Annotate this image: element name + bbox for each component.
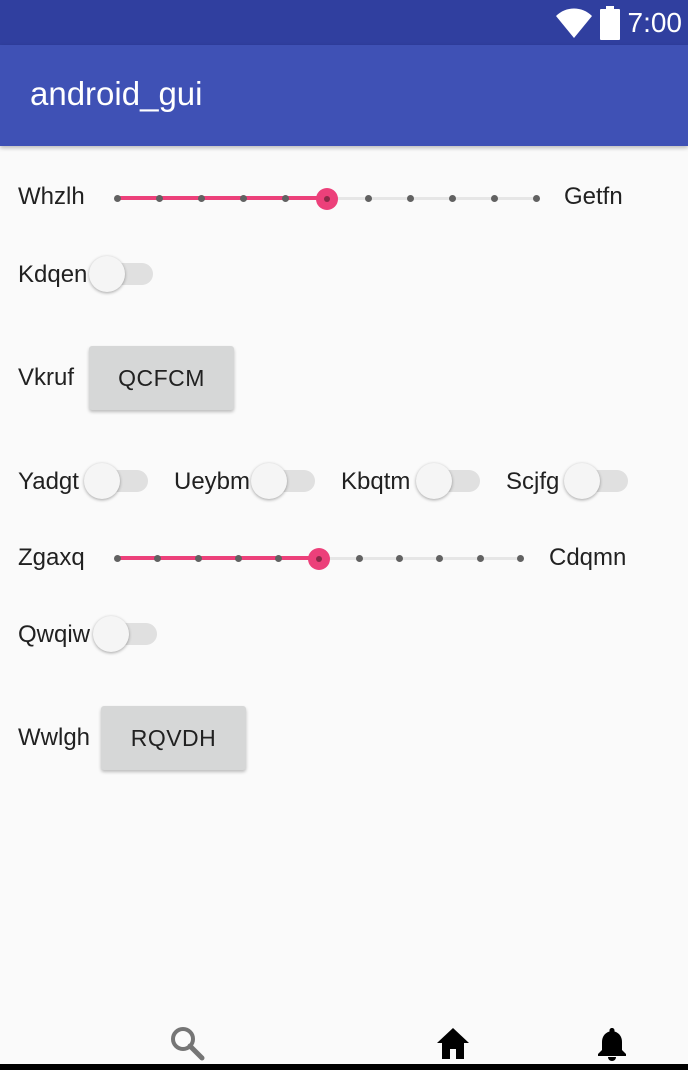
bottom-navigation bbox=[0, 1010, 688, 1070]
status-icons: 7:00 bbox=[555, 4, 683, 42]
seekbar-tick bbox=[491, 195, 499, 202]
seekbar-progress bbox=[117, 196, 327, 200]
seekbar-tick bbox=[396, 555, 404, 562]
switch-kbqtm[interactable] bbox=[416, 461, 482, 501]
seekbar-tick bbox=[517, 555, 524, 562]
seekbar-tick bbox=[355, 555, 363, 562]
wifi-icon bbox=[555, 8, 592, 38]
seekbar-tick bbox=[365, 195, 373, 202]
seekbar-thumb-dot bbox=[315, 556, 322, 562]
seekbar-whzlh[interactable] bbox=[114, 183, 540, 213]
seekbar-thumb-dot bbox=[323, 196, 330, 202]
search-icon[interactable] bbox=[170, 1026, 206, 1062]
switch-label: Kbqtm bbox=[341, 468, 411, 495]
seekbar-tick bbox=[114, 555, 121, 562]
switch-scjfg[interactable] bbox=[564, 461, 630, 501]
seekbar-right-label: Getfn bbox=[564, 183, 623, 210]
seekbar-thumb[interactable] bbox=[315, 188, 338, 210]
seekbar-tick bbox=[197, 195, 205, 202]
switch-thumb bbox=[89, 256, 125, 292]
battery-icon bbox=[599, 6, 620, 40]
switch-label: Qwqiw bbox=[18, 621, 91, 648]
home-icon[interactable] bbox=[435, 1026, 471, 1060]
switch-yadgt[interactable] bbox=[84, 461, 150, 501]
switch-qwqiw[interactable] bbox=[93, 614, 159, 654]
app-title: android_gui bbox=[30, 75, 203, 112]
seekbar-progress bbox=[117, 556, 319, 560]
seekbar-tick bbox=[533, 195, 540, 202]
seekbar-tick bbox=[407, 195, 415, 202]
seekbar-left-label: Whzlh bbox=[18, 183, 85, 210]
seekbar-tick bbox=[194, 555, 202, 562]
button-row-label: Wwlgh bbox=[18, 724, 91, 751]
switch-kdqen[interactable] bbox=[89, 254, 155, 294]
seekbar-right-label: Cdqmn bbox=[549, 544, 627, 571]
seekbar-tick bbox=[449, 195, 457, 202]
qcfcm-button[interactable]: QCFCM bbox=[89, 346, 234, 410]
switch-label: Scjfg bbox=[506, 468, 560, 495]
seekbar-tick bbox=[436, 555, 444, 562]
switch-thumb bbox=[84, 463, 120, 499]
seekbar-tick bbox=[155, 195, 163, 202]
seekbar-zgaxq[interactable] bbox=[114, 543, 524, 573]
switch-thumb bbox=[93, 616, 129, 652]
switch-label: Kdqen bbox=[18, 261, 88, 288]
bell-icon[interactable] bbox=[597, 1026, 627, 1062]
seekbar-tick bbox=[476, 555, 484, 562]
button-row-label: Vkruf bbox=[18, 364, 75, 391]
seekbar-tick bbox=[281, 195, 289, 202]
rqvdh-button[interactable]: RQVDH bbox=[101, 706, 246, 770]
seekbar-tick bbox=[275, 555, 283, 562]
switch-label: Yadgt bbox=[18, 468, 79, 495]
seekbar-tick bbox=[234, 555, 242, 562]
seekbar-tick bbox=[239, 195, 247, 202]
system-nav-bar bbox=[0, 1064, 688, 1070]
seekbar-thumb[interactable] bbox=[307, 548, 330, 570]
status-time: 7:00 bbox=[627, 7, 683, 38]
seekbar-tick bbox=[154, 555, 162, 562]
switch-label: Ueybm bbox=[174, 468, 251, 495]
switch-thumb bbox=[564, 463, 600, 499]
seekbar-tick bbox=[114, 195, 121, 202]
app-bar: android_gui bbox=[0, 45, 688, 146]
switch-ueybm[interactable] bbox=[251, 461, 317, 501]
status-bar: 7:00 bbox=[0, 0, 688, 45]
switch-thumb bbox=[416, 463, 452, 499]
seekbar-left-label: Zgaxq bbox=[18, 544, 85, 571]
switch-thumb bbox=[251, 463, 287, 499]
